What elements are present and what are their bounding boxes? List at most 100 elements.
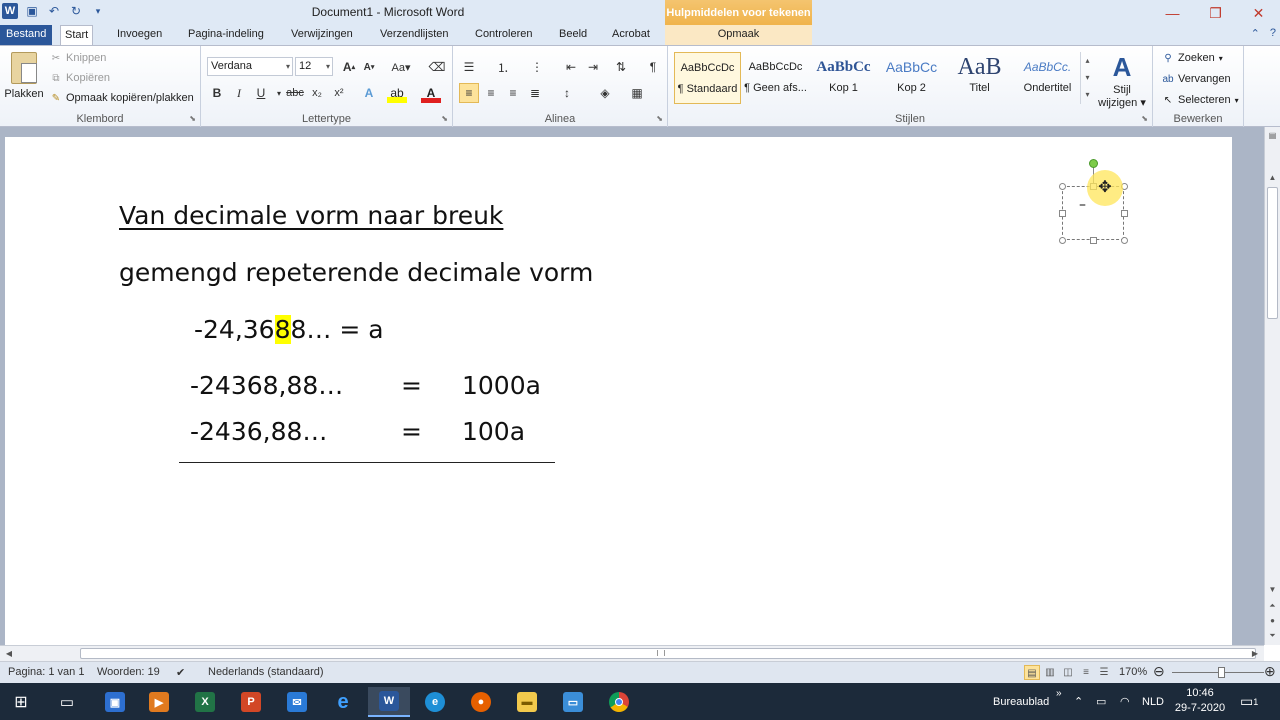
justify-icon[interactable]: ≣ xyxy=(525,83,545,103)
input-language[interactable]: NLD xyxy=(1142,683,1164,720)
previous-page-icon[interactable]: ⏶ xyxy=(1265,599,1280,613)
desktop-toolbar[interactable]: Bureaublad xyxy=(993,683,1049,720)
zoom-in-icon[interactable]: ⊕ xyxy=(1264,663,1276,680)
vertical-scroll-thumb[interactable] xyxy=(1267,187,1278,319)
tab-acrobat[interactable]: Acrobat xyxy=(608,25,654,45)
clear-formatting-icon[interactable]: ⌫ xyxy=(427,57,447,77)
format-painter-button[interactable]: ✎ Opmaak kopiëren/plakken xyxy=(50,92,194,104)
word-taskbar-button[interactable]: W xyxy=(368,687,410,717)
align-left-icon[interactable]: ≡ xyxy=(459,83,479,103)
multilevel-list-icon[interactable]: ⋮ xyxy=(527,57,547,77)
borders-icon[interactable]: ▦ xyxy=(627,83,647,103)
line-spacing-icon[interactable]: ↕ xyxy=(557,83,577,103)
align-right-icon[interactable]: ≡ xyxy=(503,83,523,103)
style-standaard[interactable]: AaBbCcDc ¶ Standaard xyxy=(674,52,741,104)
tab-start[interactable]: Start xyxy=(60,25,94,46)
task-view-button[interactable]: ▭ xyxy=(46,687,88,717)
paste-button[interactable]: Plakken xyxy=(4,52,44,112)
resize-handle-s[interactable] xyxy=(1090,237,1097,244)
restore-button[interactable]: ❐ xyxy=(1194,0,1237,26)
word-count[interactable]: Woorden: 19 xyxy=(97,666,160,678)
sort-icon[interactable]: ⇅ xyxy=(611,57,631,77)
tab-references[interactable]: Verwijzingen xyxy=(287,25,357,45)
rotation-handle[interactable] xyxy=(1089,159,1098,168)
tab-layout[interactable]: Pagina-indeling xyxy=(184,25,268,45)
draft-icon[interactable]: ☰ xyxy=(1096,665,1112,680)
toolbar-chevron-icon[interactable]: » xyxy=(1056,675,1062,712)
help-icon[interactable]: ? xyxy=(1270,27,1276,40)
battery-icon[interactable]: ▭ xyxy=(1096,683,1106,720)
superscript-icon[interactable]: x² xyxy=(329,83,349,103)
minimize-button[interactable]: — xyxy=(1151,0,1194,26)
print-layout-icon[interactable]: ▤ xyxy=(1024,665,1040,680)
tab-format[interactable]: Opmaak xyxy=(665,25,812,45)
select-button[interactable]: ↖ Selecteren ▾ xyxy=(1162,94,1239,106)
show-paragraph-marks-icon[interactable]: ¶ xyxy=(643,57,663,77)
increase-indent-icon[interactable]: ⇥ xyxy=(583,57,603,77)
browse-object-icon[interactable]: ● xyxy=(1265,614,1280,628)
styles-launcher-icon[interactable]: ⬊ xyxy=(1141,114,1148,123)
tab-insert[interactable]: Invoegen xyxy=(113,25,166,45)
replace-button[interactable]: ab Vervangen xyxy=(1162,73,1230,85)
excel-button[interactable]: X xyxy=(184,687,226,717)
powerpoint-button[interactable]: P xyxy=(230,687,272,717)
horizontal-scroll-thumb[interactable] xyxy=(80,648,1256,659)
tab-mailings[interactable]: Verzendlijsten xyxy=(376,25,453,45)
tray-expand-icon[interactable]: ⌃ xyxy=(1074,683,1083,720)
tab-review[interactable]: Controleren xyxy=(471,25,536,45)
underline-icon[interactable]: U xyxy=(251,83,271,103)
clock[interactable]: 10:46 29-7-2020 xyxy=(1172,686,1228,716)
document-page[interactable]: Van decimale vorm naar breuk gemengd rep… xyxy=(5,137,1232,647)
font-name-select[interactable]: Verdana ▾ xyxy=(207,57,293,76)
next-page-icon[interactable]: ⏷ xyxy=(1265,629,1280,643)
bold-icon[interactable]: B xyxy=(207,83,227,103)
italic-icon[interactable]: I xyxy=(229,83,249,103)
scroll-up-icon[interactable]: ▲ xyxy=(1265,171,1280,185)
resize-handle-nw[interactable] xyxy=(1059,183,1066,190)
resize-handle-e[interactable] xyxy=(1121,210,1128,217)
page-count[interactable]: Pagina: 1 van 1 xyxy=(8,666,84,678)
resize-handle-sw[interactable] xyxy=(1059,237,1066,244)
font-launcher-icon[interactable]: ⬊ xyxy=(441,114,448,123)
style-geen-afstand[interactable]: AaBbCcDc ¶ Geen afs... xyxy=(742,52,809,104)
style-ondertitel[interactable]: AaBbCc. Ondertitel xyxy=(1014,52,1081,104)
firefox-button[interactable]: ● xyxy=(460,687,502,717)
language-indicator[interactable]: Nederlands (standaard) xyxy=(208,666,324,678)
zoom-slider-thumb[interactable] xyxy=(1218,667,1225,678)
store-button[interactable]: ▣ xyxy=(94,687,136,717)
change-styles-button[interactable]: A Stijl wijzigen ▾ xyxy=(1098,50,1146,109)
notification-center-icon[interactable]: ▭ 1 xyxy=(1240,683,1258,720)
numbering-icon[interactable]: ⒈ xyxy=(493,57,513,77)
ruler-toggle-icon[interactable]: ▤ xyxy=(1265,129,1280,143)
font-color-icon[interactable]: A xyxy=(421,83,441,103)
align-center-icon[interactable]: ≡ xyxy=(481,83,501,103)
close-button[interactable]: ✕ xyxy=(1237,0,1280,26)
resize-handle-se[interactable] xyxy=(1121,237,1128,244)
style-kop2[interactable]: AaBbCc Kop 2 xyxy=(878,52,945,104)
shading-icon[interactable]: ◈ xyxy=(595,83,615,103)
scroll-right-icon[interactable]: ▶ xyxy=(1248,646,1262,661)
mail-button[interactable]: ✉ xyxy=(276,687,318,717)
zoom-out-icon[interactable]: ⊖ xyxy=(1153,663,1165,680)
edge-legacy-button[interactable]: e xyxy=(322,687,364,717)
text-effects-icon[interactable]: A xyxy=(359,83,379,103)
proofing-icon[interactable]: ✔ xyxy=(176,666,185,679)
subscript-icon[interactable]: x₂ xyxy=(307,83,327,103)
bullets-icon[interactable]: ☰ xyxy=(459,57,479,77)
grow-font-icon[interactable]: A ▴ xyxy=(339,57,359,77)
tab-file[interactable]: Bestand xyxy=(0,25,53,45)
tab-view[interactable]: Beeld xyxy=(555,25,591,45)
file-explorer-button[interactable]: ▬ xyxy=(506,687,548,717)
horizontal-scrollbar[interactable]: ◀ ▶ xyxy=(0,645,1264,661)
zoom-level[interactable]: 170% xyxy=(1119,666,1147,678)
cut-button[interactable]: ✂ Knippen xyxy=(50,52,107,64)
decrease-indent-icon[interactable]: ⇤ xyxy=(561,57,581,77)
vertical-scrollbar[interactable]: ▤ ▲ ▼ ⏶ ● ⏷ xyxy=(1264,127,1280,645)
outline-icon[interactable]: ≡ xyxy=(1078,665,1094,680)
chrome-button[interactable] xyxy=(598,687,640,717)
change-case-icon[interactable]: Aa▾ xyxy=(391,57,411,77)
start-button[interactable]: ⊞ xyxy=(0,687,42,717)
paragraph-launcher-icon[interactable]: ⬊ xyxy=(656,114,663,123)
media-player-button[interactable]: ▶ xyxy=(138,687,180,717)
resize-handle-w[interactable] xyxy=(1059,210,1066,217)
